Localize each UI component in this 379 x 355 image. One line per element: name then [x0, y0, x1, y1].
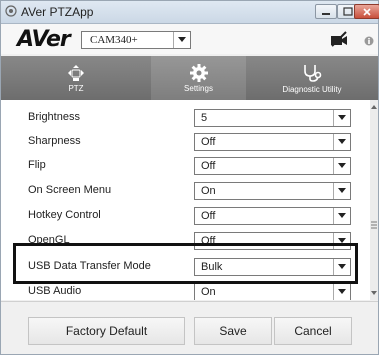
setting-value: On	[201, 185, 216, 197]
setting-value: Off	[201, 136, 216, 148]
brightness-select[interactable]: 5	[194, 109, 351, 127]
scroll-up-icon[interactable]	[371, 104, 377, 110]
tab-settings-label: Settings	[184, 83, 213, 93]
app-icon	[5, 5, 17, 17]
scroll-thumb-icon[interactable]	[371, 220, 377, 230]
info-icon[interactable]	[364, 36, 374, 46]
title-bar: AVer PTZApp	[1, 1, 379, 24]
minimize-icon	[322, 12, 330, 15]
chevron-down-icon	[333, 110, 350, 126]
save-button[interactable]: Save	[194, 317, 272, 345]
scroll-down-icon[interactable]	[371, 290, 377, 296]
cancel-button[interactable]: Cancel	[274, 317, 352, 345]
setting-value: 5	[201, 112, 208, 124]
chevron-down-icon	[333, 208, 350, 224]
setting-row-hotkey-control: Hotkey Control Off	[1, 204, 370, 228]
setting-label: Hotkey Control	[28, 209, 101, 221]
aver-logo: AVer	[17, 27, 71, 52]
ptz-icon	[68, 64, 84, 81]
settings-scrollbar[interactable]	[370, 100, 378, 300]
tab-diagnostic-utility-label: Diagnostic Utility	[282, 84, 342, 94]
setting-label: On Screen Menu	[28, 184, 112, 196]
setting-row-on-screen-menu: On Screen Menu On	[1, 179, 370, 203]
factory-default-button[interactable]: Factory Default	[28, 317, 185, 345]
setting-value: Off	[201, 160, 216, 172]
sharpness-select[interactable]: Off	[194, 133, 351, 151]
setting-row-sharpness: Sharpness Off	[1, 130, 370, 154]
footer-divider	[1, 301, 378, 302]
camera-off-icon[interactable]	[330, 31, 348, 47]
chevron-down-icon	[173, 32, 190, 48]
setting-label: USB Audio	[28, 285, 82, 297]
tab-diagnostic-utility[interactable]: Diagnostic Utility	[246, 56, 378, 100]
minimize-button[interactable]	[315, 4, 337, 19]
highlight-box	[13, 243, 358, 284]
setting-value: On	[201, 286, 216, 298]
chevron-down-icon	[333, 183, 350, 199]
usb-audio-select[interactable]: On	[194, 283, 351, 300]
chevron-down-icon	[333, 158, 350, 174]
setting-row-brightness: Brightness 5	[1, 106, 370, 130]
tab-settings[interactable]: Settings	[151, 56, 246, 100]
chevron-down-icon	[333, 134, 350, 150]
setting-label: Flip	[28, 159, 46, 171]
gear-icon	[189, 63, 208, 82]
stethoscope-icon	[304, 64, 322, 82]
setting-label: Sharpness	[28, 135, 81, 147]
flip-select[interactable]: Off	[194, 157, 351, 175]
close-button[interactable]	[354, 4, 379, 19]
window-title: AVer PTZApp	[21, 5, 94, 19]
tab-bar: PTZ Settings Diagnostic Utility	[1, 56, 378, 100]
maximize-icon	[343, 7, 353, 16]
close-icon	[363, 7, 371, 16]
tab-ptz-label: PTZ	[68, 83, 84, 93]
tab-ptz[interactable]: PTZ	[1, 56, 151, 100]
hotkey-control-select[interactable]: Off	[194, 207, 351, 225]
on-screen-menu-select[interactable]: On	[194, 182, 351, 200]
setting-row-flip: Flip Off	[1, 154, 370, 178]
setting-value: Off	[201, 210, 216, 222]
chevron-down-icon	[333, 284, 350, 300]
camera-select[interactable]: CAM340+	[81, 31, 191, 49]
app-window: AVer PTZApp AVer CAM340+ PTZ Settings Di…	[0, 0, 379, 355]
camera-select-value: CAM340+	[90, 34, 138, 46]
setting-label: Brightness	[28, 111, 80, 123]
